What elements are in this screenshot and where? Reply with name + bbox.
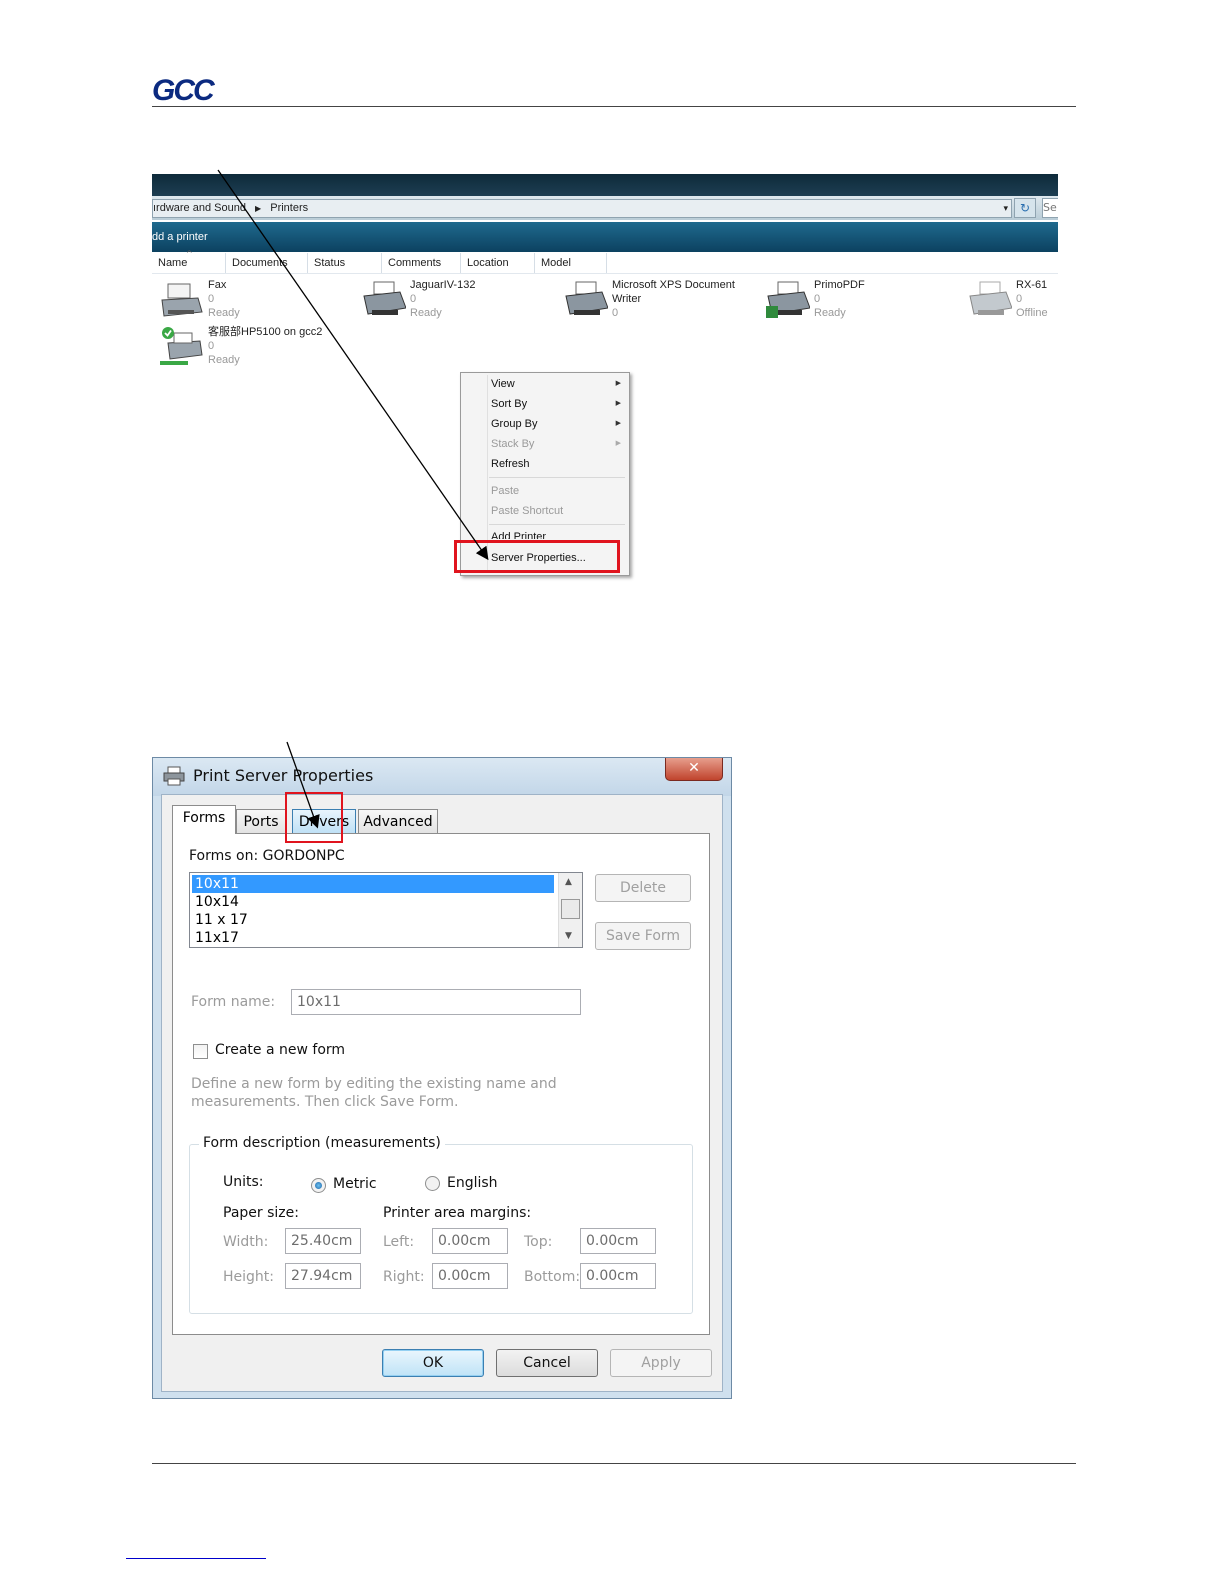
footer-rule [152, 1463, 1076, 1464]
tab-forms[interactable]: Forms [172, 805, 236, 834]
footer-link-underline[interactable] [126, 1558, 266, 1559]
arrow-to-server-properties [217, 169, 489, 561]
annotation-arrows [217, 169, 489, 829]
arrow-to-drivers-tab [286, 741, 320, 829]
